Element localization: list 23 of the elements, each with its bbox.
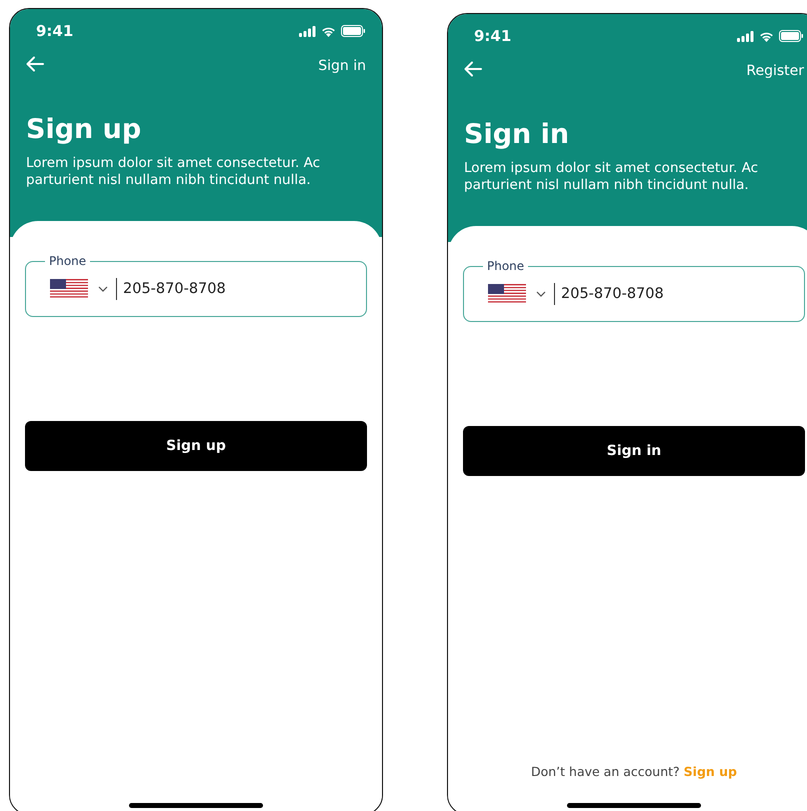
page-title: Sign in <box>464 118 570 152</box>
submit-button[interactable]: Sign up <box>25 421 367 471</box>
battery-icon <box>779 30 804 42</box>
chevron-down-icon[interactable] <box>536 291 546 297</box>
flag-icon <box>488 284 526 304</box>
description-text: Lorem ipsum dolor sit amet consectetur. Ac parturient nisl nullam nibh tincidunt nulla. <box>464 160 760 194</box>
submit-button[interactable]: Sign in <box>463 426 805 476</box>
status-time: 9:41 <box>474 27 512 45</box>
back-arrow-icon <box>464 61 482 77</box>
page-title: Sign up <box>26 113 142 147</box>
signup-prompt: Don’t have an account? Sign up <box>530 764 738 779</box>
chevron-down-icon[interactable] <box>98 286 108 292</box>
nav-action-link[interactable]: Register <box>746 63 804 79</box>
signal-icon <box>299 26 316 36</box>
flag-icon <box>50 279 88 299</box>
wifi-icon <box>759 30 774 42</box>
wifi-icon <box>321 26 336 36</box>
signal-icon <box>737 30 754 42</box>
battery-icon <box>341 25 366 37</box>
description-text: Lorem ipsum dolor sit amet consectetur. Ac parturient nisl nullam nibh tincidunt nulla. <box>26 155 322 189</box>
back-arrow-icon <box>26 56 44 72</box>
status-time: 9:41 <box>36 22 74 40</box>
nav-action-link[interactable]: Sign in <box>318 58 366 74</box>
